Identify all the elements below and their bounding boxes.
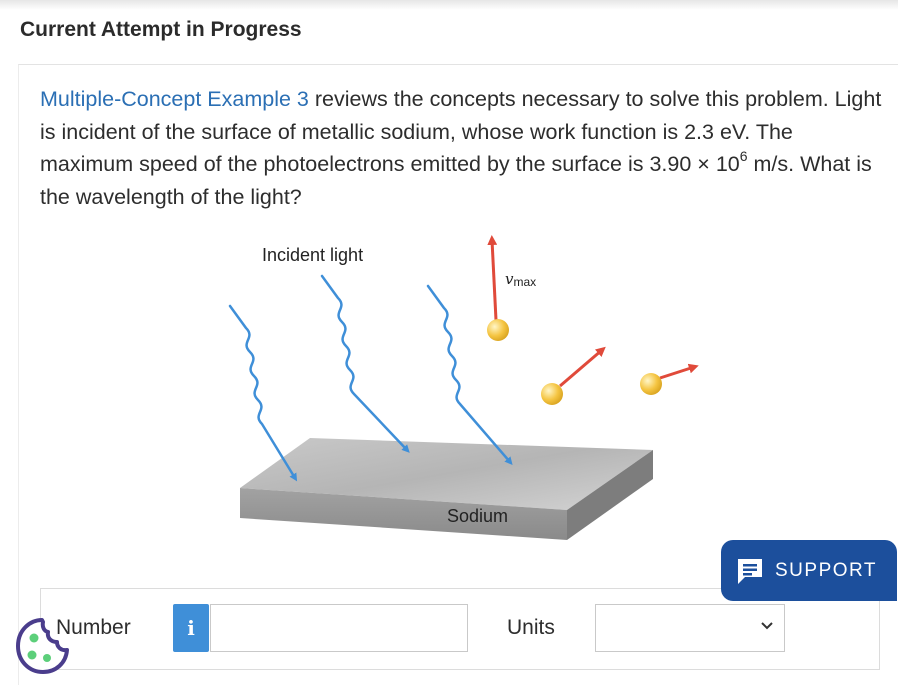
light-ray-1 (228, 304, 298, 482)
units-select[interactable] (595, 604, 785, 652)
attempt-header: Current Attempt in Progress (20, 18, 302, 41)
question-text: Multiple-Concept Example 3 reviews the c… (40, 83, 890, 213)
support-label: SUPPORT (775, 559, 878, 581)
chevron-down-icon (761, 622, 773, 630)
vmax-subscript: max (513, 275, 536, 289)
incident-light-label: Incident light (262, 245, 363, 265)
surface-label: Sodium (447, 506, 508, 526)
vmax-label: vmax (505, 270, 536, 289)
example-link[interactable]: Multiple-Concept Example 3 (40, 87, 309, 111)
photoelectric-figure: Sodium Incident light vmax (210, 228, 700, 548)
cookie-icon (16, 618, 69, 674)
question-exponent: 6 (739, 147, 748, 164)
light-ray-3 (426, 284, 513, 466)
info-button[interactable]: i (173, 604, 209, 652)
top-shadow (0, 0, 898, 10)
electron-1 (487, 319, 509, 341)
number-input[interactable] (210, 604, 468, 652)
chat-widget[interactable] (10, 614, 74, 678)
units-label: Units (507, 616, 555, 639)
support-button[interactable]: SUPPORT (721, 540, 897, 601)
chat-icon (738, 558, 762, 584)
photoelectrons (487, 235, 699, 405)
electron-2 (541, 383, 563, 405)
light-ray-2 (320, 274, 410, 453)
info-icon: i (187, 616, 195, 640)
electron-3 (640, 373, 662, 395)
